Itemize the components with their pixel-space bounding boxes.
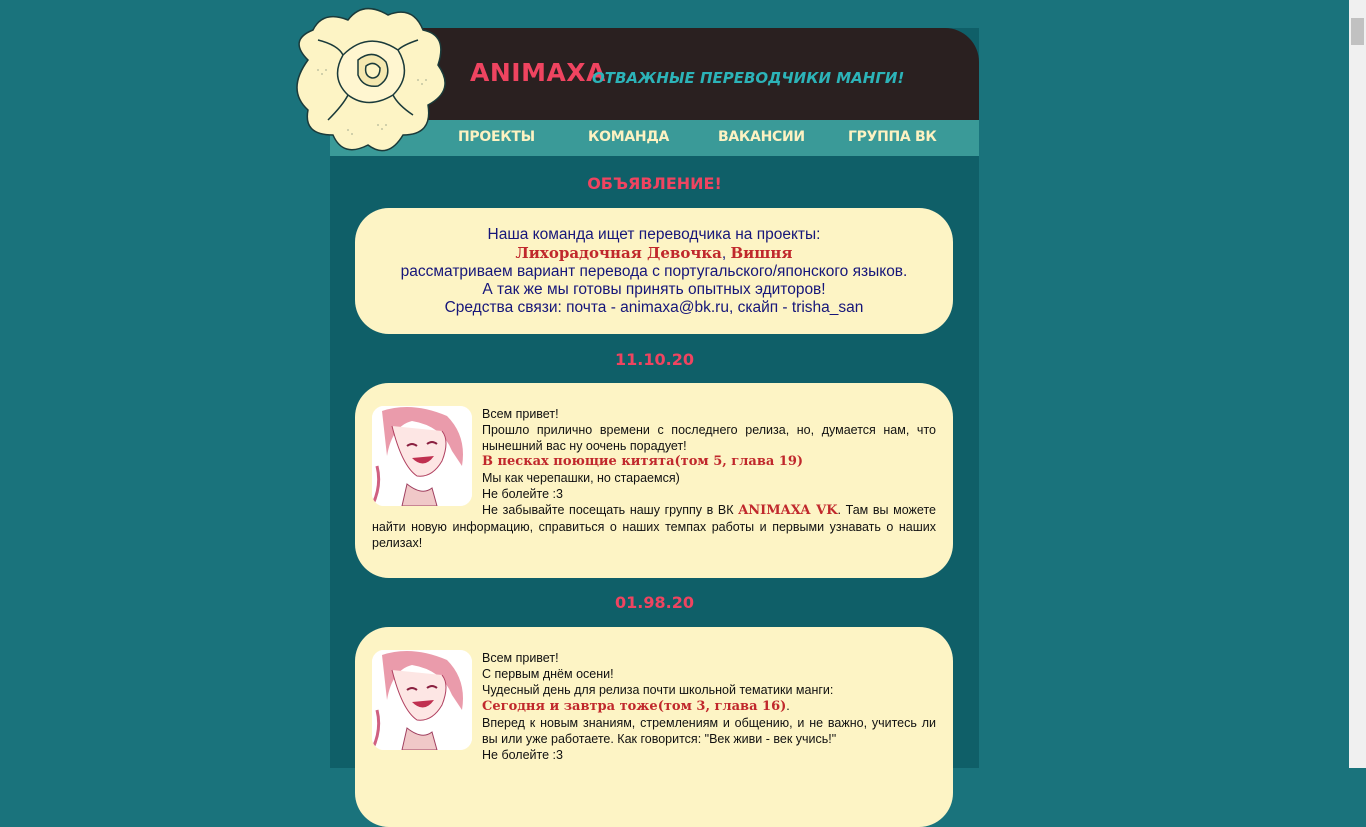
scrollbar[interactable] (1349, 0, 1366, 768)
news-post: Всем привет! С первым днём осени! Чудесн… (355, 627, 953, 827)
post-date: 01.98.20 (615, 593, 694, 612)
post-text: Не забывайте посещать нашу группу в ВК A… (372, 502, 936, 551)
project-link-feverish-girl[interactable]: Лихорадочная Девочка (516, 244, 722, 262)
announcement-card: Наша команда ищет переводчика на проекты… (355, 208, 953, 334)
nav-item-vacancies[interactable]: ВАКАНСИИ (718, 129, 805, 145)
vk-group-link[interactable]: ANIMAXA VK (738, 503, 837, 518)
announcement-line: рассматриваем вариант перевода с португа… (400, 263, 908, 280)
announcement-line: А так же мы готовы принять опытных эдито… (482, 281, 826, 298)
site-logo-text[interactable]: ANIMAXA (470, 58, 606, 87)
post-text-part: Не забывайте посещать нашу группу в ВК (482, 503, 739, 517)
post-date: 11.10.20 (615, 350, 694, 369)
nav-item-projects[interactable]: ПРОЕКТЫ (458, 129, 535, 145)
project-link-cherry[interactable]: Вишня (731, 244, 793, 262)
announcement-line: Наша команда ищет переводчика на проекты… (487, 226, 821, 243)
nav-item-vk-group[interactable]: ГРУППА ВК (848, 129, 937, 145)
nav-item-team[interactable]: КОМАНДА (588, 129, 669, 145)
scrollbar-thumb[interactable] (1351, 18, 1364, 45)
post-text-part: . (786, 699, 790, 713)
release-link[interactable]: Сегодня и завтра тоже(том 3, глава 16) (482, 699, 786, 714)
post-avatar-image (372, 406, 472, 506)
announcement-projects: Лихорадочная Девочка, Вишня (355, 244, 953, 263)
news-post: Всем привет! Прошло прилично времени с п… (355, 383, 953, 578)
post-avatar-image (372, 650, 472, 750)
scroll-up-arrow-icon[interactable] (1349, 0, 1366, 17)
announcement-contacts: Средства связи: почта - animaxa@bk.ru, с… (444, 299, 864, 316)
project-separator: , (721, 245, 731, 262)
site-tagline: ОТВАЖНЫЕ ПЕРЕВОДЧИКИ МАНГИ! (592, 69, 905, 87)
announcement-heading: ОБЪЯВЛЕНИЕ! (587, 174, 722, 193)
flower-logo-icon (296, 7, 446, 152)
scroll-down-arrow-icon[interactable] (1349, 751, 1366, 768)
